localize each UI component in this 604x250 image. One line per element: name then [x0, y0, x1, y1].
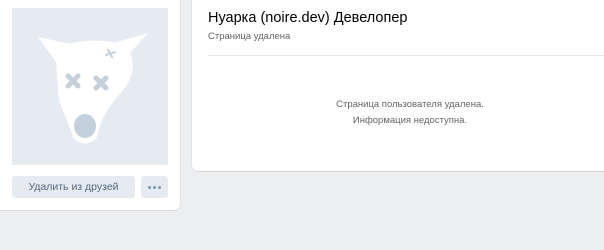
page-title: Нуарка (noire.dev) Девелопер — [208, 10, 408, 26]
deleted-message-line1: Страница пользователя удалена. — [336, 99, 484, 110]
deleted-dog-icon — [38, 33, 148, 144]
deleted-message: Страница пользователя удалена. Информаци… — [208, 97, 604, 129]
profile-sidebar-card: Удалить из друзей — [0, 0, 180, 210]
profile-main-card: Нуарка (noire.dev) Девелопер Страница уд… — [192, 0, 604, 171]
divider — [208, 55, 604, 56]
page-status: Страница удалена — [208, 31, 291, 42]
avatar[interactable] — [12, 8, 168, 165]
more-dots-icon — [146, 185, 162, 189]
remove-friend-button[interactable]: Удалить из друзей — [12, 176, 135, 198]
deleted-message-line2: Информация недоступна. — [352, 115, 468, 126]
more-actions-button[interactable] — [141, 176, 168, 198]
